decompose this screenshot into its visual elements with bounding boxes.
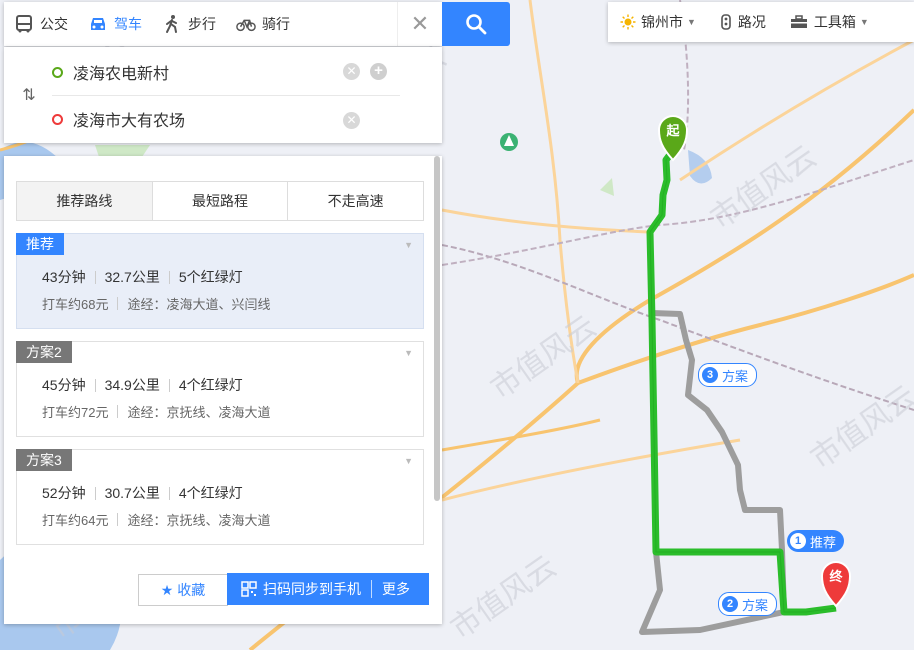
- route-1-text: 推荐: [810, 534, 837, 550]
- mode-tab-car[interactable]: 驾车: [78, 2, 152, 46]
- mode-tab-bike-label: 骑行: [262, 16, 290, 32]
- walk-icon: [166, 15, 177, 33]
- start-input-value: 凌海农电新村: [73, 66, 170, 83]
- city-selector[interactable]: 锦州市 ▼: [608, 12, 708, 32]
- end-marker-label: 终: [829, 569, 843, 585]
- search-button[interactable]: [442, 2, 510, 46]
- plan-taxi-fare: 打车约72元: [42, 405, 109, 420]
- plan-lights: 4个红绿灯: [178, 485, 243, 501]
- plan-tag: 方案2: [16, 341, 72, 363]
- start-marker-label: 起: [665, 123, 680, 139]
- tab-no-highway[interactable]: 不走高速: [288, 182, 423, 220]
- mode-tab-bus-label: 公交: [40, 16, 68, 32]
- toolbox-label: 工具箱: [813, 14, 856, 30]
- end-dot-icon: [52, 113, 63, 125]
- traffic-button[interactable]: 路况: [708, 12, 778, 32]
- plan-via: 途经：京抚线、凌海大道: [127, 405, 271, 420]
- route-1-label[interactable]: 1 推荐: [787, 530, 845, 552]
- bus-icon: [16, 15, 32, 33]
- plan-distance: 32.7公里: [104, 269, 160, 285]
- route-plan-card[interactable]: 方案2 ▼ 45分钟 34.9公里 4个红绿灯 打车约72元 途经：京抚线、凌海…: [16, 341, 424, 437]
- route-3-text: 方案: [722, 368, 749, 384]
- route-2-label[interactable]: 2 方案: [718, 592, 778, 616]
- plan-details: 打车约68元 途经：凌海大道、兴闫线: [42, 294, 270, 313]
- star-icon: ★: [160, 581, 174, 598]
- mode-tab-bus[interactable]: 公交: [4, 2, 78, 46]
- expand-caret-icon[interactable]: ▼: [404, 240, 413, 250]
- bike-icon: [236, 19, 256, 32]
- route-results-panel: 推荐路线 最短路程 不走高速 推荐 ▼ 43分钟 32.7公里 5个红绿灯 打车…: [4, 156, 442, 624]
- tab-recommended[interactable]: 推荐路线: [17, 182, 153, 220]
- mode-tab-car-label: 驾车: [114, 16, 142, 32]
- plan-distance: 30.7公里: [104, 485, 160, 501]
- route-1-number: 1: [790, 533, 806, 549]
- plan-via: 途经：凌海大道、兴闫线: [127, 297, 271, 312]
- more-button[interactable]: 更多: [382, 579, 410, 599]
- mode-tab-walk-label: 步行: [188, 16, 216, 32]
- plan-tag: 推荐: [16, 233, 64, 255]
- plan-summary: 43分钟 32.7公里 5个红绿灯: [42, 267, 243, 287]
- end-input-value: 凌海市大有农场: [73, 113, 186, 130]
- map-toolbar: 锦州市 ▼ 路况 工具箱 ▼: [608, 2, 914, 42]
- plan-summary: 52分钟 30.7公里 4个红绿灯: [42, 483, 243, 503]
- plan-time: 52分钟: [42, 485, 86, 501]
- traffic-light-icon: [721, 14, 731, 30]
- traffic-label: 路况: [737, 14, 766, 30]
- car-icon: [91, 18, 105, 30]
- plan-lights: 5个红绿灯: [178, 269, 243, 285]
- route-2-number: 2: [722, 596, 738, 612]
- plan-details: 打车约64元 途经：京抚线、凌海大道: [42, 510, 270, 529]
- add-waypoint-button[interactable]: +: [370, 63, 387, 80]
- plan-time: 45分钟: [42, 377, 86, 393]
- plan-details: 打车约72元 途经：京抚线、凌海大道: [42, 402, 270, 421]
- close-icon: ✕: [410, 11, 430, 36]
- mode-tab-bike[interactable]: 骑行: [226, 2, 300, 46]
- route-preference-tabs: 推荐路线 最短路程 不走高速: [16, 181, 424, 221]
- sync-to-phone-button[interactable]: 扫码同步到手机 更多: [227, 573, 429, 605]
- travel-mode-bar: 公交 驾车 步行 骑行 ✕: [4, 2, 442, 46]
- plan-lights: 4个红绿灯: [178, 377, 243, 393]
- chevron-down-icon: ▼: [687, 17, 696, 27]
- search-icon: [466, 14, 487, 35]
- swap-endpoints-button[interactable]: ⇅: [16, 83, 42, 109]
- toolbox-icon: [790, 15, 807, 28]
- route-plan-card[interactable]: 推荐 ▼ 43分钟 32.7公里 5个红绿灯 打车约68元 途经：凌海大道、兴闫…: [16, 233, 424, 329]
- plan-taxi-fare: 打车约68元: [42, 297, 109, 312]
- plan-distance: 34.9公里: [104, 377, 160, 393]
- route-3-label[interactable]: 3 方案: [698, 363, 758, 387]
- clear-start-button[interactable]: ✕: [343, 63, 360, 80]
- route-3-number: 3: [702, 367, 718, 383]
- start-dot-icon: [52, 66, 63, 78]
- expand-caret-icon[interactable]: ▼: [404, 456, 413, 466]
- chevron-down-icon: ▼: [859, 17, 869, 27]
- panel-scrollbar[interactable]: [434, 156, 440, 501]
- sun-icon: [620, 14, 636, 30]
- toolbox-button[interactable]: 工具箱 ▼: [778, 12, 881, 32]
- route-2-text: 方案: [742, 597, 769, 613]
- sync-label: 扫码同步到手机: [263, 581, 361, 597]
- qr-code-icon: [241, 581, 257, 597]
- expand-caret-icon[interactable]: ▼: [404, 348, 413, 358]
- park-poi-icon[interactable]: [500, 133, 518, 151]
- plan-tag: 方案3: [16, 449, 72, 471]
- mode-tab-walk[interactable]: 步行: [152, 2, 226, 46]
- city-label: 锦州市: [641, 14, 683, 30]
- favorite-label: 收藏: [177, 582, 206, 598]
- close-button[interactable]: ✕: [397, 2, 442, 46]
- route-plan-card[interactable]: 方案3 ▼ 52分钟 30.7公里 4个红绿灯 打车约64元 途经：京抚线、凌海…: [16, 449, 424, 545]
- plan-taxi-fare: 打车约64元: [42, 513, 109, 528]
- plan-time: 43分钟: [42, 269, 86, 285]
- tab-shortest[interactable]: 最短路程: [153, 182, 289, 220]
- swap-icon: ⇅: [22, 87, 36, 104]
- plan-via: 途经：京抚线、凌海大道: [127, 513, 271, 528]
- route-input-panel: ⇅ 凌海农电新村 ✕ + 凌海市大有农场 ✕: [4, 47, 442, 143]
- clear-end-button[interactable]: ✕: [343, 112, 360, 129]
- favorite-button[interactable]: ★ 收藏: [138, 574, 228, 606]
- plan-summary: 45分钟 34.9公里 4个红绿灯: [42, 375, 243, 395]
